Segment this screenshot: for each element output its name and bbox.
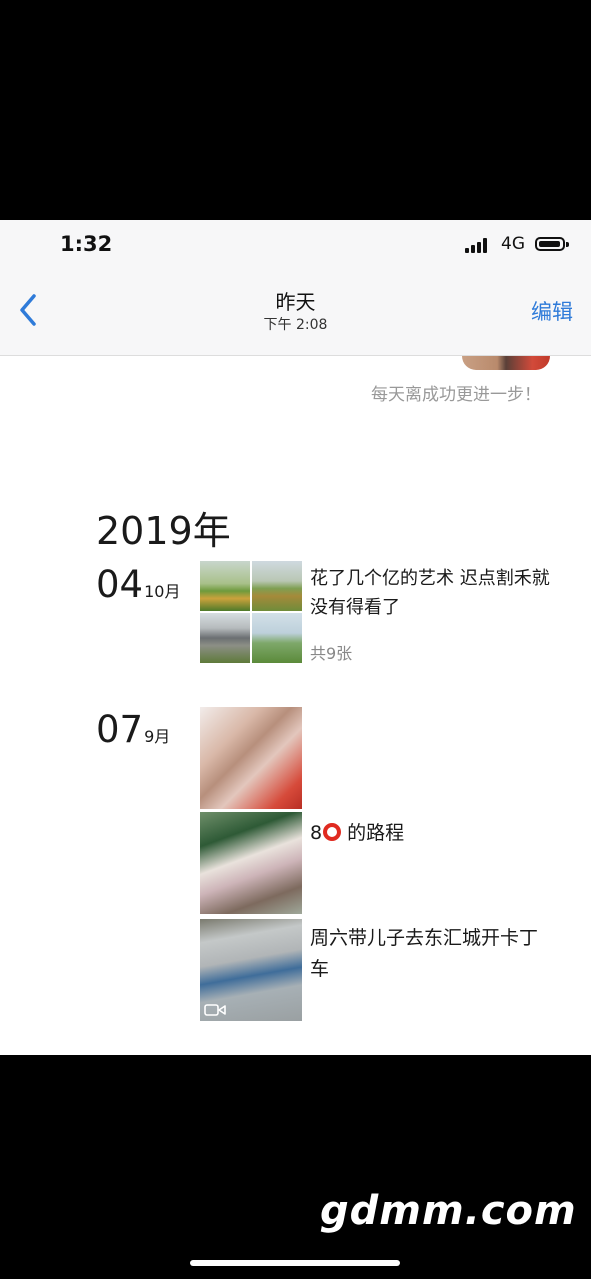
post-month: 10月 (144, 582, 181, 601)
moments-screen: 1:32 4G 昨天 下午 2:08 编辑 每天离成功更进一步！ 2019年 0… (0, 220, 591, 1055)
caption-text: 的路程 (347, 822, 405, 844)
video-caption[interactable]: 周六带儿子去东汇城开卡丁车 (310, 923, 550, 985)
edit-button[interactable]: 编辑 (531, 296, 573, 326)
nav-title: 昨天 (275, 290, 316, 314)
photo-thumbnail[interactable] (200, 707, 302, 809)
year-header: 2019年 (96, 509, 231, 553)
post-day: 04 (96, 563, 144, 606)
post-caption[interactable]: 花了几个亿的艺术 迟点割禾就没有得看了 (310, 564, 550, 622)
nav-subtitle: 下午 2:08 (263, 317, 328, 333)
post-month: 9月 (144, 727, 171, 746)
battery-icon (535, 237, 569, 251)
photo-thumbnail[interactable] (200, 812, 302, 914)
photo-count: 共9张 (310, 644, 353, 663)
profile-signature: 每天离成功更进一步！ (371, 385, 541, 405)
video-camera-icon (204, 1004, 226, 1016)
status-time: 1:32 (60, 232, 113, 256)
caption-number: 8 (310, 822, 323, 844)
post-day: 07 (96, 708, 144, 751)
site-watermark: gdmm.com (320, 1188, 577, 1234)
home-indicator[interactable] (190, 1260, 400, 1266)
avatar[interactable] (462, 356, 550, 370)
nav-bar: 昨天 下午 2:08 编辑 (0, 272, 591, 356)
post-caption[interactable]: 8 的路程 (310, 818, 404, 845)
network-label: 4G (501, 234, 525, 254)
status-bar: 1:32 4G (0, 220, 591, 272)
post-date: 0410月 (96, 563, 180, 606)
post-date: 079月 (96, 708, 170, 751)
photo-grid[interactable] (200, 561, 302, 663)
video-thumbnail[interactable] (200, 919, 302, 1021)
signal-icon (465, 238, 491, 253)
red-circle-emoji (323, 823, 342, 841)
